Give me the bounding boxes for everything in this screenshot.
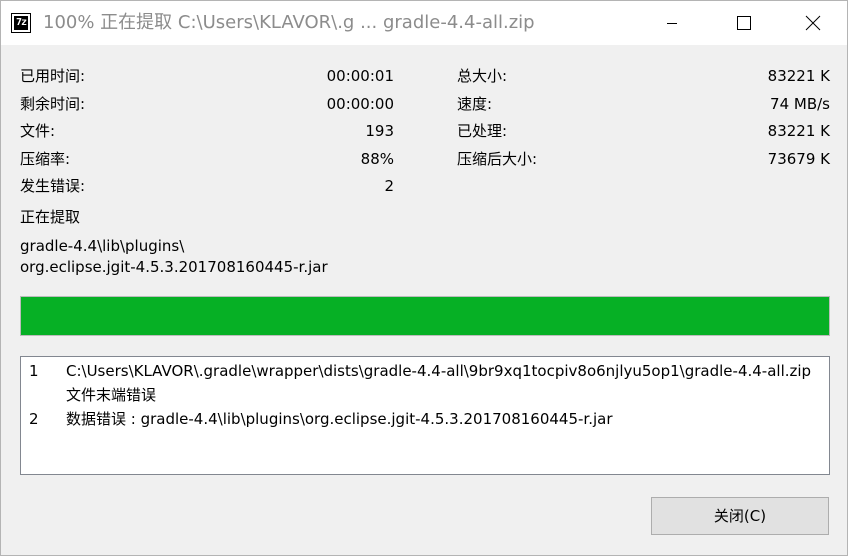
elapsed-time-value: 00:00:01 bbox=[326, 67, 394, 85]
current-file-path-line1: gradle-4.4\lib\plugins\ bbox=[20, 237, 185, 255]
processed-label: 已处理: bbox=[457, 122, 508, 140]
error-log-list[interactable]: 1 C:\Users\KLAVOR\.gradle\wrapper\dists\… bbox=[20, 356, 830, 475]
compression-ratio-label: 压缩率: bbox=[20, 150, 71, 168]
close-icon bbox=[805, 15, 821, 31]
total-size-label: 总大小: bbox=[457, 67, 508, 85]
files-label: 文件: bbox=[20, 122, 56, 140]
elapsed-time-label: 已用时间: bbox=[20, 67, 86, 85]
window-title: 100% 正在提取 C:\Users\KLAVOR\.g ... gradle-… bbox=[43, 12, 535, 33]
error-number: 1 bbox=[29, 362, 39, 380]
maximize-button[interactable] bbox=[707, 1, 777, 45]
error-message: 数据错误 : gradle-4.4\lib\plugins\org.eclips… bbox=[66, 410, 613, 428]
status-text: 正在提取 bbox=[20, 208, 81, 226]
close-window-button[interactable] bbox=[777, 1, 847, 45]
compressed-size-value: 73679 K bbox=[767, 150, 830, 168]
error-detail: 文件末端错误 bbox=[66, 386, 157, 404]
progress-bar bbox=[20, 296, 830, 336]
current-file-path-line2: org.eclipse.jgit-4.5.3.201708160445-r.ja… bbox=[20, 258, 328, 276]
maximize-icon bbox=[737, 16, 751, 30]
extract-progress-window: 7z 100% 正在提取 C:\Users\KLAVOR\.g ... grad… bbox=[0, 0, 848, 556]
speed-label: 速度: bbox=[457, 95, 493, 113]
title-bar[interactable]: 7z 100% 正在提取 C:\Users\KLAVOR\.g ... grad… bbox=[1, 1, 847, 45]
errors-label: 发生错误: bbox=[20, 177, 86, 195]
remaining-time-label: 剩余时间: bbox=[20, 95, 86, 113]
app-icon-label: 7z bbox=[14, 16, 28, 30]
total-size-value: 83221 K bbox=[767, 67, 830, 85]
errors-value: 2 bbox=[384, 177, 394, 195]
error-message: C:\Users\KLAVOR\.gradle\wrapper\dists\gr… bbox=[66, 362, 812, 380]
processed-value: 83221 K bbox=[767, 122, 830, 140]
minimize-icon bbox=[667, 23, 677, 24]
7zip-app-icon: 7z bbox=[11, 13, 31, 33]
error-number: 2 bbox=[29, 410, 39, 428]
compression-ratio-value: 88% bbox=[360, 150, 394, 168]
minimize-button[interactable] bbox=[637, 1, 707, 45]
files-value: 193 bbox=[365, 122, 394, 140]
compressed-size-label: 压缩后大小: bbox=[457, 150, 538, 168]
remaining-time-value: 00:00:00 bbox=[326, 95, 394, 113]
progress-bar-fill bbox=[21, 297, 829, 335]
close-button[interactable]: 关闭(C) bbox=[651, 497, 829, 535]
speed-value: 74 MB/s bbox=[770, 95, 830, 113]
